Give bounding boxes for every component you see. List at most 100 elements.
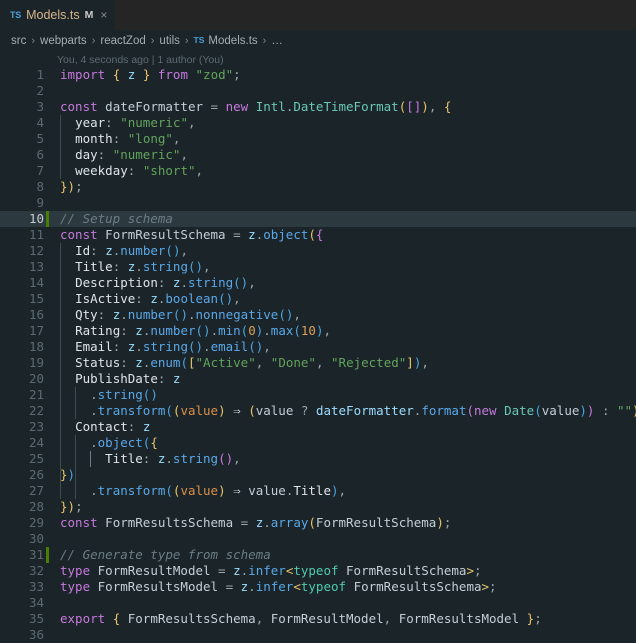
- code-line[interactable]: 23 Contact: z: [0, 419, 636, 435]
- code-line-content[interactable]: Title: z.string(),: [49, 451, 636, 467]
- code-line[interactable]: 22 .transform((value) ⇒ (value ? dateFor…: [0, 403, 636, 419]
- code-line[interactable]: 29 const FormResultsSchema = z.array(Form…: [0, 515, 636, 531]
- code-line-content[interactable]: }): [49, 467, 636, 483]
- code-line[interactable]: 4 year: "numeric",: [0, 115, 636, 131]
- code-line-content[interactable]: Title: z.string(),: [49, 259, 636, 275]
- code-line-content[interactable]: year: "numeric",: [49, 115, 636, 131]
- code-line[interactable]: 11 const FormResultSchema = z.object({: [0, 227, 636, 243]
- code-line-content[interactable]: });: [49, 499, 636, 515]
- code-line[interactable]: 13 Title: z.string(),: [0, 259, 636, 275]
- code-line[interactable]: 1 import { z } from "zod";: [0, 67, 636, 83]
- code-line-content[interactable]: Contact: z: [49, 419, 636, 435]
- code-line-content[interactable]: type FormResultsModel = z.infer<typeof F…: [49, 579, 636, 595]
- code-line[interactable]: 8});: [0, 179, 636, 195]
- breadcrumb[interactable]: src › webparts › reactZod › utils › TS Models.ts ›…: [0, 30, 636, 52]
- code-line[interactable]: 31 // Generate type from schema: [0, 547, 636, 563]
- code-line[interactable]: 34: [0, 595, 636, 611]
- code-line[interactable]: 14 Description: z.string(),: [0, 275, 636, 291]
- indent-guide: [75, 403, 77, 419]
- breadcrumb-item-utils[interactable]: utils: [159, 35, 179, 47]
- code-line-content[interactable]: import { z } from "zod";: [49, 67, 636, 83]
- code-line-content[interactable]: day: "numeric",: [49, 147, 636, 163]
- code-line[interactable]: 16 Qty: z.number().nonnegative(),: [0, 307, 636, 323]
- breadcrumb-item-src[interactable]: src: [11, 35, 26, 47]
- code-line-content[interactable]: Qty: z.number().nonnegative(),: [49, 307, 636, 323]
- breadcrumb-item-modelsts[interactable]: Models.ts: [208, 35, 257, 47]
- code-line[interactable]: 12 Id: z.number(),: [0, 243, 636, 259]
- code-line-content[interactable]: IsActive: z.boolean(),: [49, 291, 636, 307]
- code-editor[interactable]: 1 import { z } from "zod"; 2 3 const dateFor…: [0, 67, 636, 643]
- code-line[interactable]: 35 export { FormResultsSchema, FormResult…: [0, 611, 636, 627]
- git-blame-annotation: You, 4 seconds ago | 1 author (You): [0, 52, 636, 67]
- code-token: "Done": [270, 355, 316, 370]
- code-line-content[interactable]: });: [49, 179, 636, 195]
- code-line[interactable]: 19 Status: z.enum(["Active", "Done", "Re…: [0, 355, 636, 371]
- code-line-content[interactable]: const FormResultsSchema = z.array(FormRe…: [49, 515, 636, 531]
- breadcrumb-item-[interactable]: …: [271, 35, 283, 47]
- code-line-content[interactable]: // Generate type from schema: [49, 547, 636, 563]
- indent-guide: [60, 435, 61, 451]
- line-number: 3: [36, 99, 44, 114]
- code-line-content[interactable]: PublishDate: z: [49, 371, 636, 387]
- line-number: 16: [28, 307, 44, 322]
- close-icon[interactable]: ×: [100, 9, 107, 21]
- code-line-content[interactable]: // Setup schema: [49, 211, 636, 227]
- code-line-content[interactable]: Email: z.string().email(),: [49, 339, 636, 355]
- code-line-content[interactable]: type FormResultModel = z.infer<typeof Fo…: [49, 563, 636, 579]
- code-line[interactable]: 21 .string(): [0, 387, 636, 403]
- code-line[interactable]: 27 .transform((value) ⇒ value.Title),: [0, 483, 636, 499]
- code-line-content[interactable]: month: "long",: [49, 131, 636, 147]
- code-line-content[interactable]: weekday: "short",: [49, 163, 636, 179]
- code-line-content[interactable]: export { FormResultsSchema, FormResultMo…: [49, 611, 636, 627]
- code-line[interactable]: 18 Email: z.string().email(),: [0, 339, 636, 355]
- breadcrumb-item-reactzod[interactable]: reactZod: [100, 35, 145, 47]
- code-token: (): [248, 339, 264, 354]
- code-line[interactable]: 9: [0, 195, 636, 211]
- code-line-content[interactable]: Description: z.string(),: [49, 275, 636, 291]
- code-line[interactable]: 10 // Setup schema: [0, 211, 636, 227]
- code-token: z: [142, 419, 151, 434]
- code-line[interactable]: 30: [0, 531, 636, 547]
- code-token: (: [165, 403, 173, 418]
- breadcrumb-item-webparts[interactable]: webparts: [40, 35, 87, 47]
- code-token: (: [165, 483, 173, 498]
- editor-tab-models-ts[interactable]: TS Models.ts M ×: [0, 0, 116, 30]
- code-line[interactable]: 20 PublishDate: z: [0, 371, 636, 387]
- code-token: <: [293, 579, 301, 594]
- code-token: string: [142, 259, 188, 274]
- code-line[interactable]: 15 IsActive: z.boolean(),: [0, 291, 636, 307]
- code-line[interactable]: 3 const dateFormatter = new Intl.DateTime…: [0, 99, 636, 115]
- code-line-content[interactable]: Id: z.number(),: [49, 243, 636, 259]
- line-number: 9: [36, 195, 44, 210]
- code-line[interactable]: 5 month: "long",: [0, 131, 636, 147]
- code-line[interactable]: 28});: [0, 499, 636, 515]
- code-line[interactable]: 6 day: "numeric",: [0, 147, 636, 163]
- code-line-content[interactable]: .object({: [49, 435, 636, 451]
- code-line[interactable]: 36: [0, 627, 636, 643]
- code-line-content[interactable]: .string(): [49, 387, 636, 403]
- code-line[interactable]: 26}): [0, 467, 636, 483]
- code-line-content[interactable]: Rating: z.number().min(0).max(10),: [49, 323, 636, 339]
- code-line[interactable]: 33 type FormResultsModel = z.infer<typeof…: [0, 579, 636, 595]
- code-line[interactable]: 7 weekday: "short",: [0, 163, 636, 179]
- code-token: .: [248, 579, 256, 594]
- breadcrumb-separator: ›: [184, 35, 189, 47]
- code-line-content[interactable]: const dateFormatter = new Intl.DateTimeF…: [49, 99, 636, 115]
- indent-guide: [60, 275, 61, 291]
- breadcrumb-separator: ›: [150, 35, 155, 47]
- code-line[interactable]: 32 type FormResultModel = z.infer<typeof …: [0, 563, 636, 579]
- code-line[interactable]: 17 Rating: z.number().min(0).max(10),: [0, 323, 636, 339]
- code-token: z: [233, 563, 241, 578]
- line-number: 2: [36, 83, 44, 98]
- code-line-content[interactable]: const FormResultSchema = z.object({: [49, 227, 636, 243]
- code-line-content[interactable]: .transform((value) ⇒ value.Title),: [49, 483, 636, 499]
- code-line[interactable]: 25 Title: z.string(),: [0, 451, 636, 467]
- code-line[interactable]: 24 .object({: [0, 435, 636, 451]
- code-token: export: [60, 611, 106, 626]
- code-line-content[interactable]: Status: z.enum(["Active", "Done", "Rejec…: [49, 355, 636, 371]
- indent-guide: [60, 451, 61, 467]
- code-line-content[interactable]: .transform((value) ⇒ (value ? dateFormat…: [49, 403, 636, 419]
- code-line[interactable]: 2: [0, 83, 636, 99]
- code-token: "long": [127, 131, 173, 146]
